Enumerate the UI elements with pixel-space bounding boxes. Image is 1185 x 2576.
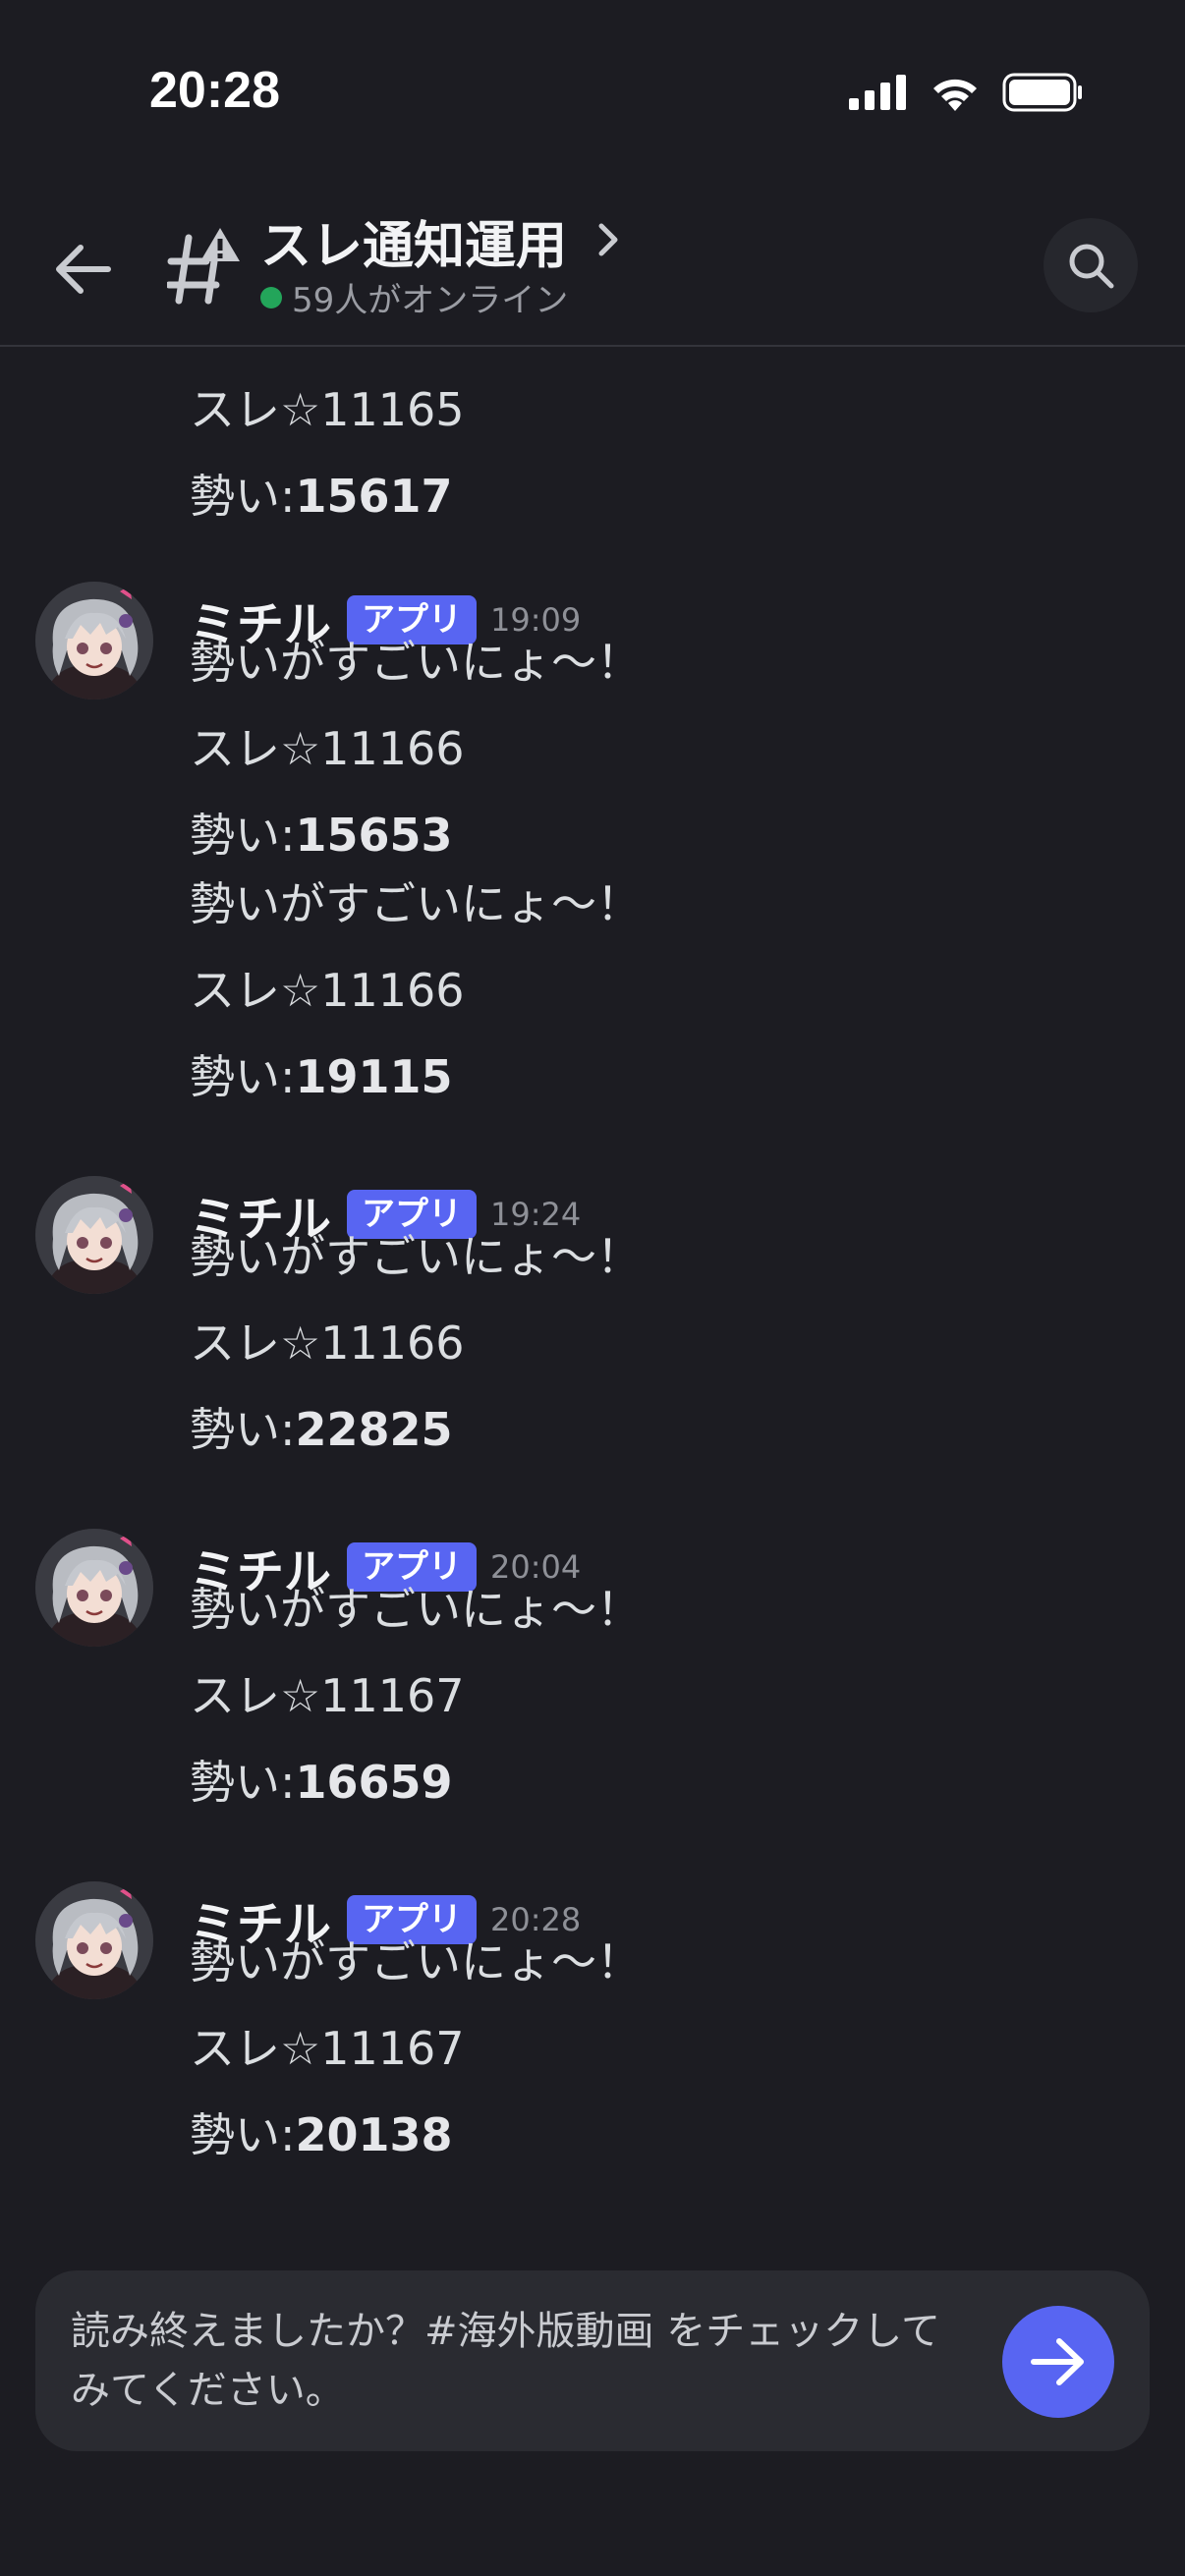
search-icon — [1069, 244, 1114, 289]
next-channel-prompt[interactable]: 読み終えましたか？#海外版動画 をチェックしてみてください。 — [35, 2270, 1150, 2451]
wifi-icon — [933, 79, 977, 111]
thread-number: スレ☆11167 — [190, 1669, 465, 1722]
battery-icon — [1002, 73, 1082, 112]
message-text: 勢いがすごいにょ〜！ — [190, 636, 642, 689]
momentum-label: 勢い: — [190, 1756, 296, 1809]
momentum-line: 勢い:15653 — [190, 806, 453, 865]
prompt-text[interactable]: 読み終えましたか？#海外版動画 をチェックしてみてください。 — [71, 2302, 965, 2420]
go-button[interactable] — [1002, 2306, 1114, 2418]
momentum-line: 勢い:22825 — [190, 1400, 453, 1459]
online-count: 59人がオンライン — [292, 281, 569, 320]
momentum-value: 15617 — [295, 470, 453, 523]
online-dot-icon — [260, 286, 282, 308]
momentum-value: 15653 — [295, 809, 453, 862]
thread-number: スレ☆11165 — [190, 383, 465, 436]
momentum-value: 22825 — [295, 1403, 453, 1456]
avatar[interactable] — [35, 1176, 153, 1294]
back-button[interactable] — [47, 234, 118, 305]
momentum-line: 勢い:19115 — [190, 1047, 453, 1106]
momentum-label: 勢い: — [190, 1403, 296, 1456]
status-icons — [849, 73, 1083, 112]
message-text: 勢いがすごいにょ〜！ — [190, 1935, 642, 1988]
message-list[interactable]: スレ☆11165 勢い:15617 ミチル アプリ 19:09 勢いがすごいにょ… — [0, 349, 1185, 2250]
momentum-value: 16659 — [295, 1756, 453, 1809]
avatar[interactable] — [35, 1529, 153, 1647]
online-status: 59人がオンライン — [260, 273, 568, 321]
momentum-label: 勢い: — [190, 809, 296, 862]
thread-number: スレ☆11166 — [190, 1316, 465, 1370]
search-button[interactable] — [1044, 218, 1138, 312]
momentum-label: 勢い: — [190, 470, 296, 523]
message-text: 勢いがすごいにょ〜！ — [190, 1230, 642, 1283]
momentum-label: 勢い: — [190, 1050, 296, 1103]
thread-number: スレ☆11166 — [190, 964, 465, 1017]
message-text: 勢いがすごいにょ〜！ — [190, 1583, 642, 1636]
channel-header: スレ通知運用 59人がオンライン — [0, 187, 1185, 347]
momentum-value: 20138 — [295, 2108, 453, 2161]
momentum-value: 19115 — [295, 1050, 453, 1103]
thread-hash-warning-icon — [167, 228, 240, 305]
cellular-signal-icon — [849, 75, 906, 110]
chevron-right-icon[interactable] — [595, 216, 623, 263]
thread-number: スレ☆11167 — [190, 2022, 465, 2075]
momentum-line: 勢い:15617 — [190, 467, 453, 526]
status-bar: 20:28 — [0, 0, 1185, 187]
channel-title[interactable]: スレ通知運用 — [260, 204, 567, 278]
momentum-label: 勢い: — [190, 2108, 296, 2161]
status-time: 20:28 — [149, 62, 280, 119]
momentum-line: 勢い:20138 — [190, 2105, 453, 2164]
avatar[interactable] — [35, 582, 153, 700]
message-text: 勢いがすごいにょ〜！ — [190, 877, 642, 930]
thread-number: スレ☆11166 — [190, 722, 465, 775]
arrow-left-icon — [56, 245, 111, 294]
arrow-right-icon — [1031, 2338, 1084, 2385]
avatar[interactable] — [35, 1881, 153, 1999]
momentum-line: 勢い:16659 — [190, 1753, 453, 1812]
